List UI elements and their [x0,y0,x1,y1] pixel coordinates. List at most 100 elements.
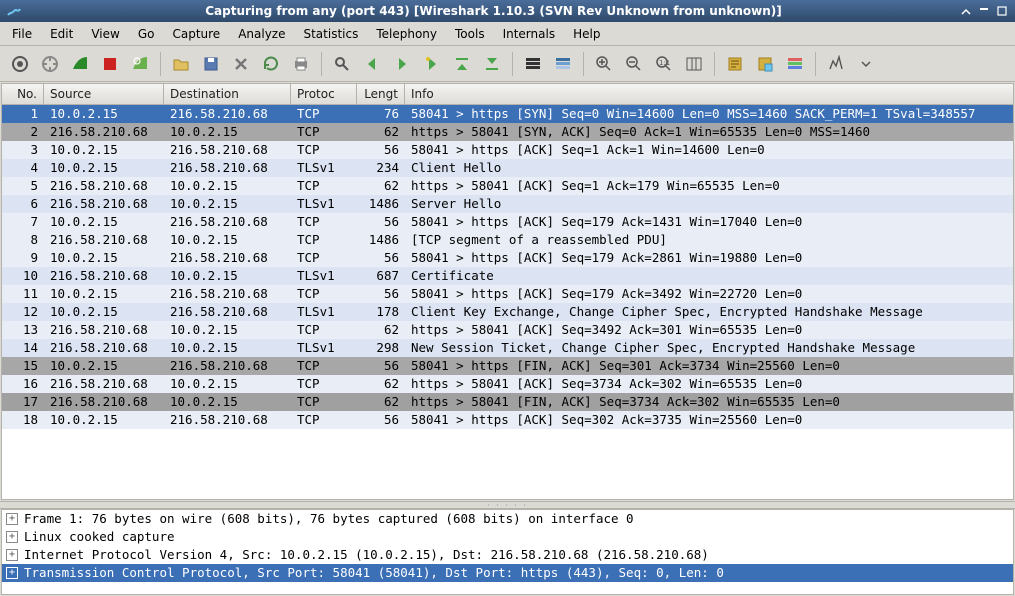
cell-length: 234 [357,159,405,177]
col-protocol[interactable]: Protoc [291,84,357,104]
zoom-out-icon[interactable] [620,50,648,78]
stop-capture-icon[interactable] [96,50,124,78]
options-icon[interactable] [36,50,64,78]
expand-icon[interactable]: + [6,549,18,561]
expand-icon[interactable]: + [6,513,18,525]
col-source[interactable]: Source [44,84,164,104]
cell-length: 56 [357,411,405,429]
col-no[interactable]: No. [2,84,44,104]
cell-length: 178 [357,303,405,321]
expand-icon[interactable]: + [6,567,18,579]
close-file-icon[interactable] [227,50,255,78]
cell-no: 4 [2,159,44,177]
table-row[interactable]: 1510.0.2.15216.58.210.68TCP5658041 > htt… [2,357,1013,375]
tree-row[interactable]: +Internet Protocol Version 4, Src: 10.0.… [2,546,1013,564]
packet-list-body[interactable]: 110.0.2.15216.58.210.68TCP7658041 > http… [2,105,1013,499]
menu-view[interactable]: View [83,25,127,43]
tree-row[interactable]: +Linux cooked capture [2,528,1013,546]
table-row[interactable]: 6216.58.210.6810.0.2.15TLSv11486Server H… [2,195,1013,213]
capture-filters-icon[interactable] [721,50,749,78]
close-button[interactable] [995,4,1009,18]
go-last-icon[interactable] [478,50,506,78]
menu-edit[interactable]: Edit [42,25,81,43]
table-row[interactable]: 410.0.2.15216.58.210.68TLSv1234Client He… [2,159,1013,177]
list-interfaces-icon[interactable] [6,50,34,78]
menu-file[interactable]: File [4,25,40,43]
minimize-button[interactable] [959,4,973,18]
table-row[interactable]: 17216.58.210.6810.0.2.15TCP62https > 580… [2,393,1013,411]
cell-protocol: TCP [291,213,357,231]
cell-no: 2 [2,123,44,141]
open-file-icon[interactable] [167,50,195,78]
auto-scroll-icon[interactable] [549,50,577,78]
tree-label: Frame 1: 76 bytes on wire (608 bits), 76… [24,510,634,528]
table-row[interactable]: 2216.58.210.6810.0.2.15TCP62https > 5804… [2,123,1013,141]
table-row[interactable]: 5216.58.210.6810.0.2.15TCP62https > 5804… [2,177,1013,195]
maximize-button[interactable] [977,4,991,18]
packet-details-pane[interactable]: + Frame 1: 76 bytes on wire (608 bits), 7… [1,509,1014,595]
colorize-icon[interactable] [519,50,547,78]
menu-help[interactable]: Help [565,25,608,43]
table-row[interactable]: 1110.0.2.15216.58.210.68TCP5658041 > htt… [2,285,1013,303]
cell-no: 15 [2,357,44,375]
menu-go[interactable]: Go [130,25,163,43]
cell-source: 10.0.2.15 [44,213,164,231]
table-row[interactable]: 1810.0.2.15216.58.210.68TCP5658041 > htt… [2,411,1013,429]
go-back-icon[interactable] [358,50,386,78]
cell-destination: 216.58.210.68 [164,105,291,123]
start-capture-icon[interactable] [66,50,94,78]
cell-length: 56 [357,357,405,375]
print-icon[interactable] [287,50,315,78]
cell-destination: 216.58.210.68 [164,213,291,231]
expand-icon[interactable]: + [6,531,18,543]
tree-row[interactable]: +Transmission Control Protocol, Src Port… [2,564,1013,582]
restart-capture-icon[interactable] [126,50,154,78]
cell-no: 8 [2,231,44,249]
save-file-icon[interactable] [197,50,225,78]
menu-analyze[interactable]: Analyze [230,25,293,43]
menu-telephony[interactable]: Telephony [368,25,445,43]
zoom-reset-icon[interactable]: 1:1 [650,50,678,78]
table-row[interactable]: 910.0.2.15216.58.210.68TCP5658041 > http… [2,249,1013,267]
col-length[interactable]: Lengt [357,84,405,104]
menu-statistics[interactable]: Statistics [295,25,366,43]
table-row[interactable]: 310.0.2.15216.58.210.68TCP5658041 > http… [2,141,1013,159]
table-row[interactable]: 8216.58.210.6810.0.2.15TCP1486[TCP segme… [2,231,1013,249]
window-buttons [959,4,1009,18]
reload-icon[interactable] [257,50,285,78]
cell-protocol: TLSv1 [291,267,357,285]
zoom-in-icon[interactable] [590,50,618,78]
find-icon[interactable] [328,50,356,78]
table-row[interactable]: 16216.58.210.6810.0.2.15TCP62https > 580… [2,375,1013,393]
resize-columns-icon[interactable] [680,50,708,78]
table-row[interactable]: 710.0.2.15216.58.210.68TCP5658041 > http… [2,213,1013,231]
table-row[interactable]: 1210.0.2.15216.58.210.68TLSv1178Client K… [2,303,1013,321]
cell-no: 12 [2,303,44,321]
display-filters-icon[interactable] [751,50,779,78]
toolbar-separator [160,52,161,76]
go-to-icon[interactable] [418,50,446,78]
toolbar-separator [815,52,816,76]
table-row[interactable]: 110.0.2.15216.58.210.68TCP7658041 > http… [2,105,1013,123]
cell-protocol: TCP [291,141,357,159]
col-info[interactable]: Info [405,84,1013,104]
toolbar: 1:1 [0,46,1015,82]
prefs-icon[interactable] [822,50,850,78]
menu-capture[interactable]: Capture [164,25,228,43]
col-destination[interactable]: Destination [164,84,291,104]
splitter[interactable]: · · · · · [0,501,1015,509]
tree-row[interactable]: + Frame 1: 76 bytes on wire (608 bits), 7… [2,510,1013,528]
table-row[interactable]: 13216.58.210.6810.0.2.15TCP62https > 580… [2,321,1013,339]
table-row[interactable]: 14216.58.210.6810.0.2.15TLSv1298New Sess… [2,339,1013,357]
go-forward-icon[interactable] [388,50,416,78]
go-first-icon[interactable] [448,50,476,78]
toolbar-overflow-icon[interactable] [852,50,880,78]
menu-internals[interactable]: Internals [495,25,564,43]
coloring-rules-icon[interactable] [781,50,809,78]
menu-tools[interactable]: Tools [447,25,493,43]
table-row[interactable]: 10216.58.210.6810.0.2.15TLSv1687Certific… [2,267,1013,285]
cell-info: [TCP segment of a reassembled PDU] [405,231,1013,249]
toolbar-separator [714,52,715,76]
cell-protocol: TLSv1 [291,303,357,321]
cell-protocol: TCP [291,105,357,123]
